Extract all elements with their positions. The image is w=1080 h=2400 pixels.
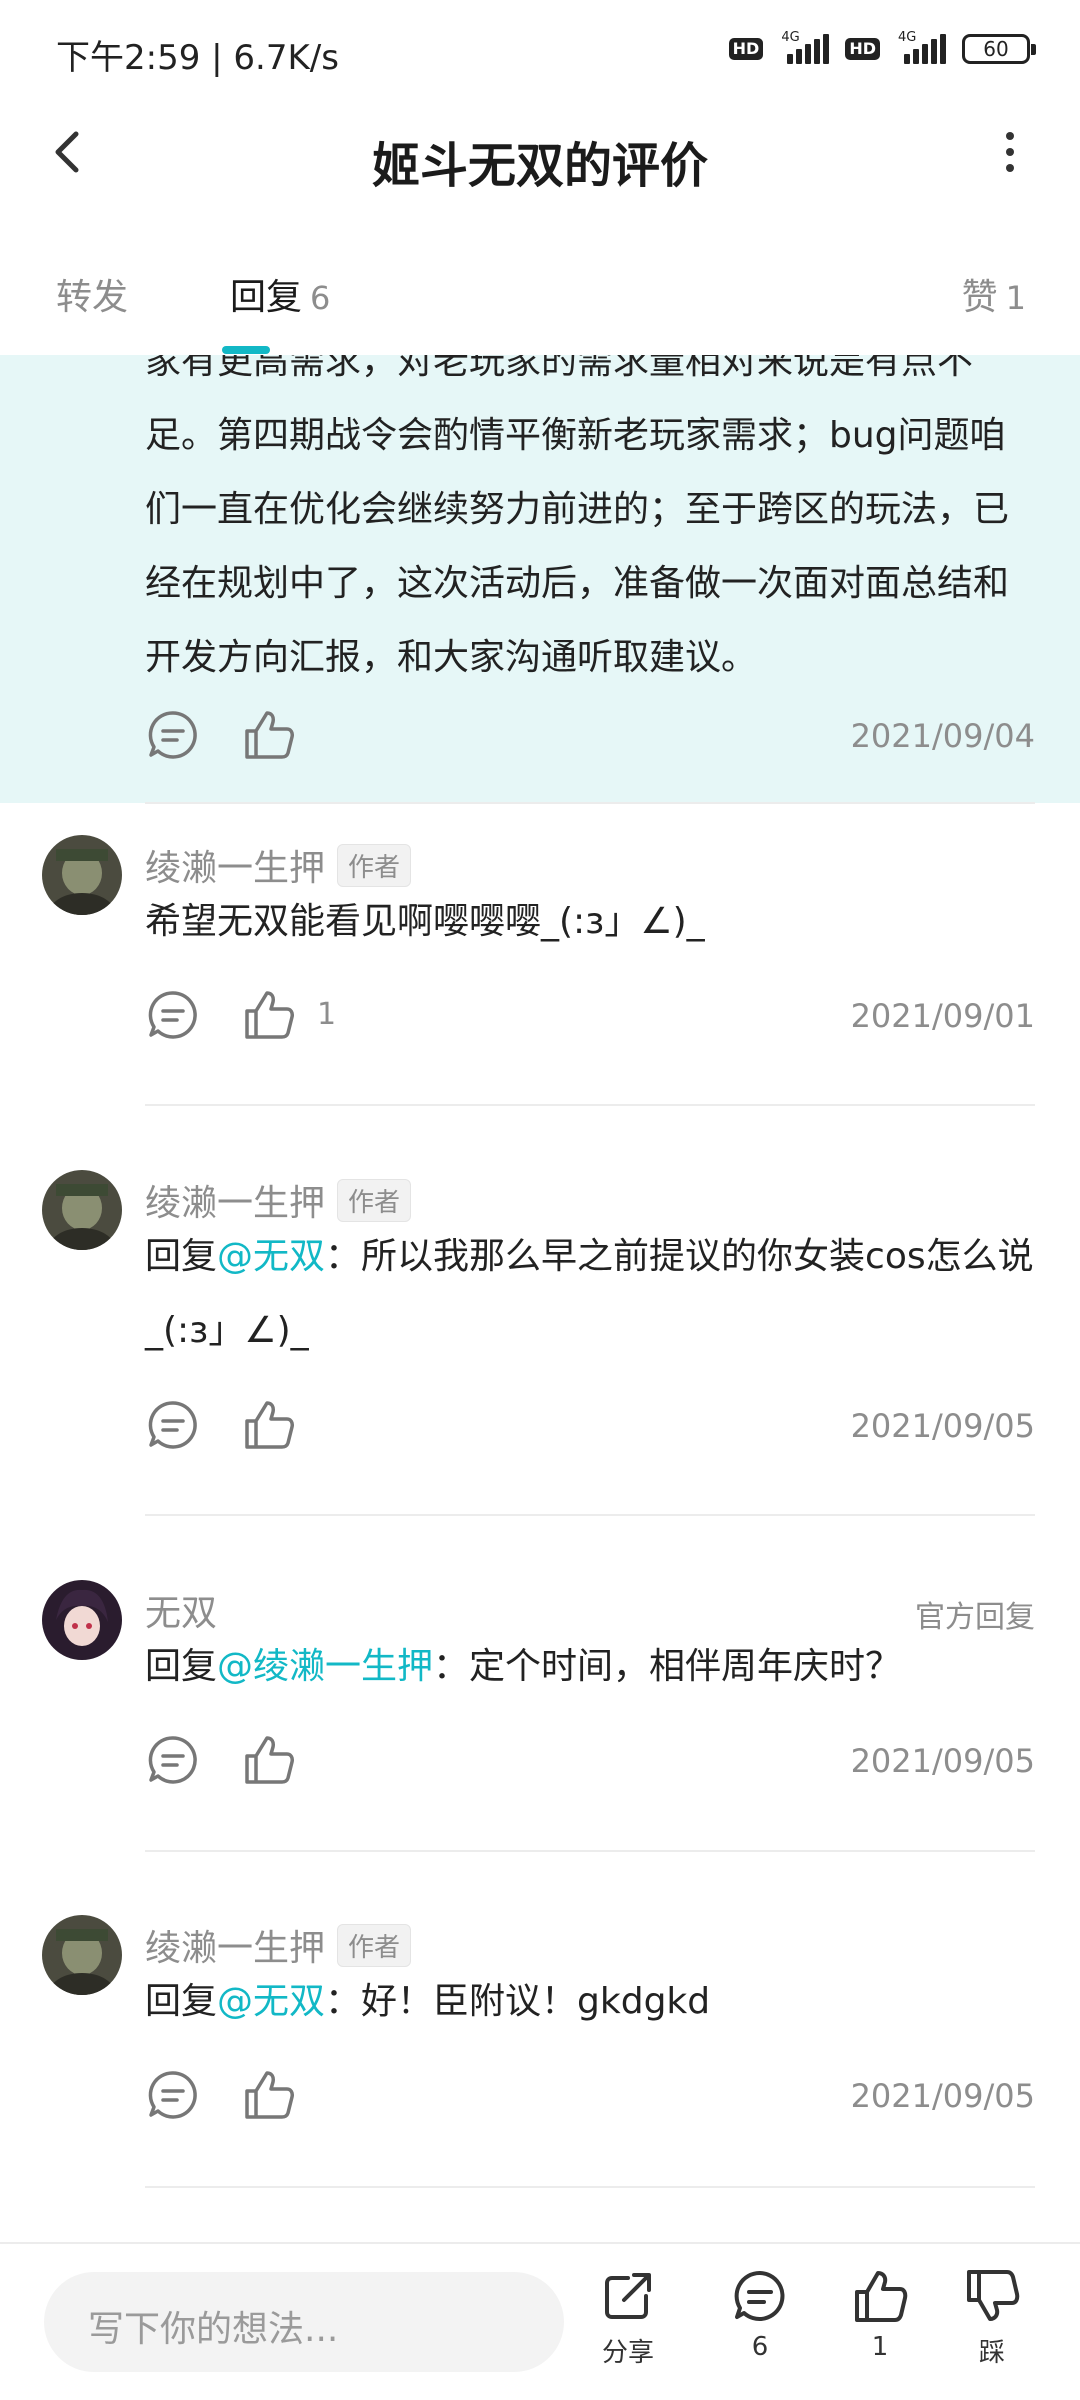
signal-icon-2: 4G (894, 30, 948, 66)
share-button[interactable]: 分享 (578, 2266, 678, 2369)
hd-icon-2: HD (845, 38, 880, 60)
status-icons: HD 4G HD 4G 60 (728, 30, 1036, 66)
divider (145, 2186, 1035, 2188)
comment-date: 2021/09/01 (850, 997, 1035, 1035)
reply-actions: 2021/09/04 (145, 705, 1035, 765)
like-count: 1 (871, 2332, 889, 2362)
author-badge: 作者 (337, 1179, 412, 1222)
author-badge: 作者 (337, 1924, 412, 1967)
reply-count: 6 (310, 279, 331, 317)
comment-author[interactable]: 绫濑一生押 作者 (145, 839, 412, 891)
like-icon[interactable] (241, 707, 297, 763)
comment-date: 2021/09/05 (850, 1742, 1035, 1780)
like-button[interactable]: 1 (830, 2266, 930, 2362)
bottom-bar: 写下你的想法... 分享 6 1 踩 (0, 2242, 1080, 2400)
avatar[interactable] (42, 1580, 122, 1660)
tab-forward[interactable]: 转发 (56, 268, 128, 320)
comment-text: 希望无双能看见啊嘤嘤嘤_(:з」∠)_ (145, 901, 705, 942)
comment-actions: 1 2021/09/01 (145, 985, 1035, 1045)
like-icon[interactable] (241, 1732, 297, 1788)
comment-input-placeholder: 写下你的想法... (88, 2309, 339, 2350)
comment-icon[interactable] (145, 2067, 201, 2123)
mention-link[interactable]: @无双 (217, 1236, 325, 1277)
signal-icon: 4G (777, 30, 831, 66)
like-count: 1 (1005, 279, 1026, 317)
like-count: 1 (317, 997, 337, 1032)
divider (145, 1850, 1035, 1852)
divider (145, 802, 1035, 804)
comment-actions: 2021/09/05 (145, 2065, 1035, 2125)
tab-bar: 转发 回复 6 赞1 (0, 250, 1080, 355)
header: 姬斗无双的评价 (0, 100, 1080, 210)
comment-icon[interactable] (145, 707, 201, 763)
share-label: 分享 (601, 2338, 654, 2368)
comment-author[interactable]: 绫濑一生押 作者 (145, 1919, 412, 1971)
page-title: 姬斗无双的评价 (371, 138, 708, 194)
comment-text: 回复@绫濑一生押：定个时间，相伴周年庆时？ (145, 1646, 902, 1687)
tab-indicator (222, 346, 270, 354)
highlighted-reply: 家有更高需求，对老玩家的需求量相对来说是有点不足。第四期战令会酌情平衡新老玩家需… (0, 355, 1080, 803)
comment-input[interactable]: 写下你的想法... (44, 2272, 564, 2372)
comment-date: 2021/09/05 (850, 1407, 1035, 1445)
battery-icon: 60 (962, 34, 1036, 64)
comment-icon[interactable] (145, 987, 201, 1043)
dislike-icon (967, 2270, 1020, 2321)
divider (145, 1104, 1035, 1106)
comment-author[interactable]: 无双 (145, 1584, 217, 1636)
author-badge: 作者 (337, 844, 412, 887)
comment-date: 2021/09/05 (850, 2077, 1035, 2115)
mention-link[interactable]: @无双 (217, 1981, 325, 2022)
share-icon (605, 2273, 651, 2319)
comment-actions: 2021/09/05 (145, 1395, 1035, 1455)
like-icon[interactable] (241, 2067, 297, 2123)
avatar[interactable] (42, 835, 122, 915)
like-icon[interactable] (241, 987, 297, 1043)
tab-like[interactable]: 赞1 (962, 268, 1026, 320)
mention-link[interactable]: @绫濑一生押 (217, 1646, 433, 1687)
comment-author[interactable]: 绫濑一生押 作者 (145, 1174, 412, 1226)
tab-reply[interactable]: 回复 6 (230, 268, 330, 320)
comment-icon[interactable] (145, 1732, 201, 1788)
like-icon[interactable] (241, 1397, 297, 1453)
status-bar: 下午2:59 | 6.7K/s HD 4G HD 4G 60 (0, 0, 1080, 100)
comment-text: 回复@无双：好！臣附议！gkdgkd (145, 1981, 711, 2022)
avatar[interactable] (42, 1170, 122, 1250)
dislike-button[interactable]: 踩 (942, 2266, 1042, 2369)
comment-button[interactable]: 6 (710, 2266, 810, 2362)
like-icon (855, 2271, 908, 2322)
reply-text: 家有更高需求，对老玩家的需求量相对来说是有点不足。第四期战令会酌情平衡新老玩家需… (145, 355, 1010, 678)
divider (145, 1514, 1035, 1516)
comment-text: 回复@无双：所以我那么早之前提议的你女装cos怎么说_(:з」∠)_ (145, 1236, 1034, 1351)
reply-date: 2021/09/04 (850, 717, 1035, 755)
hd-icon: HD (728, 38, 764, 60)
comment-icon[interactable] (145, 1397, 201, 1453)
more-icon[interactable] (980, 122, 1040, 182)
avatar[interactable] (42, 1915, 122, 1995)
status-time: 下午2:59 | 6.7K/s (56, 38, 339, 78)
comment-actions: 2021/09/05 (145, 1730, 1035, 1790)
comment-icon (734, 2270, 785, 2321)
dislike-label: 踩 (978, 2338, 1005, 2368)
comment-count: 6 (751, 2332, 769, 2362)
